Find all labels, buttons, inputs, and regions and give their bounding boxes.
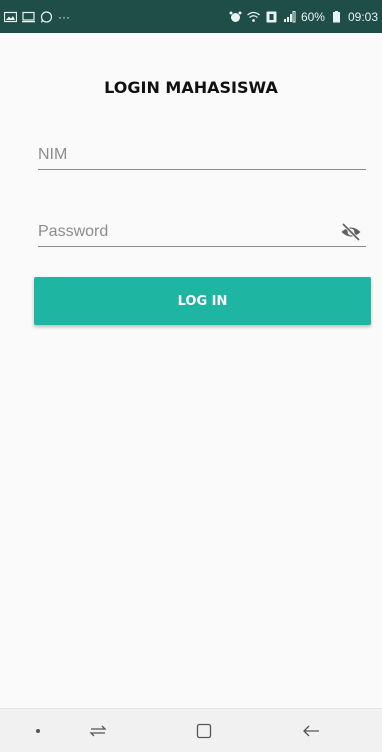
home-icon[interactable] [193, 721, 215, 741]
eye-off-icon[interactable] [340, 222, 362, 242]
password-input[interactable] [38, 219, 328, 245]
alarm-icon [229, 11, 242, 23]
signal-icon [283, 10, 296, 23]
status-left: ··· [4, 10, 70, 24]
sim-icon [265, 11, 278, 23]
password-field [38, 219, 366, 247]
wifi-icon [247, 11, 260, 23]
recents-icon[interactable] [87, 721, 109, 741]
battery-percent: 60% [300, 9, 325, 24]
whatsapp-icon [40, 10, 53, 23]
login-button[interactable]: LOG IN [34, 277, 371, 325]
nim-input[interactable] [38, 142, 328, 168]
status-right: 60% 09:03 [229, 10, 378, 24]
clock: 09:03 [347, 9, 378, 24]
dot-icon [27, 721, 49, 741]
status-bar: ··· 60% 09:03 [0, 0, 382, 33]
navigation-bar [0, 708, 382, 752]
page-title: LOGIN MAHASISWA [104, 78, 278, 97]
more-dots-icon: ··· [58, 9, 70, 24]
cast-icon [22, 11, 35, 23]
back-icon[interactable] [300, 721, 322, 741]
battery-icon [330, 10, 343, 23]
gallery-icon [4, 11, 17, 23]
nim-field [38, 142, 366, 170]
